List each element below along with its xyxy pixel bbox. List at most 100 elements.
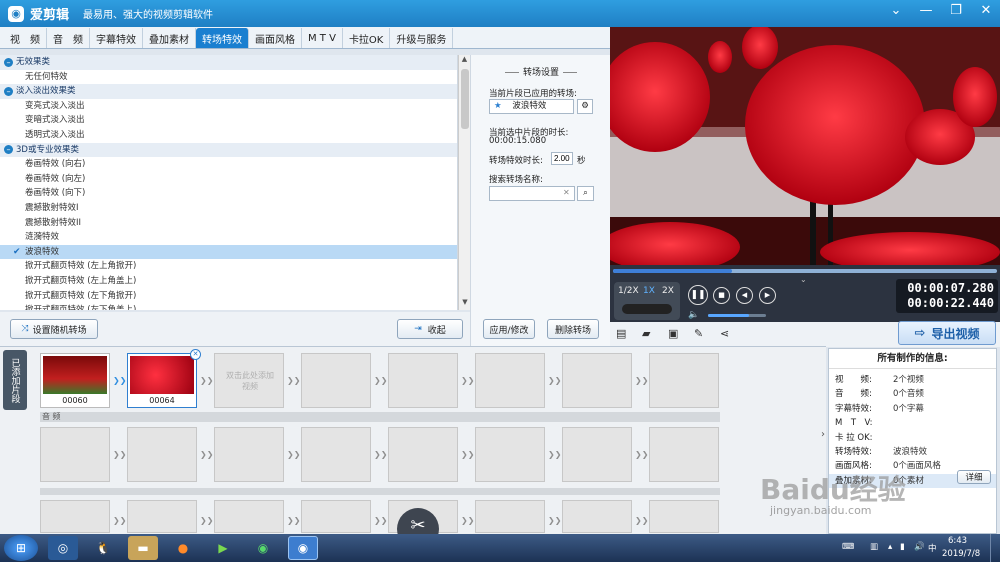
video-clip[interactable]: 00064 ✕	[127, 349, 201, 408]
timeline-slot[interactable]	[562, 353, 632, 408]
overlay-slot[interactable]	[475, 500, 545, 533]
collapse-category-icon[interactable]: –	[4, 145, 13, 155]
chevron-down-icon[interactable]: ⌄	[888, 3, 904, 18]
minimize-icon[interactable]: —	[918, 3, 934, 18]
effect-item[interactable]: 掀开式翻页特效 (左上角盖上)	[0, 274, 457, 289]
effect-item[interactable]: 透明式淡入淡出	[0, 128, 457, 143]
detail-button[interactable]: 详细	[957, 470, 991, 484]
effect-item[interactable]: 卷画特效 (向下)	[0, 186, 457, 201]
collapse-button[interactable]: ⇥ 收起	[397, 319, 463, 339]
previous-frame-icon[interactable]: ◀	[736, 287, 753, 304]
collapse-panel-icon[interactable]: ⌄	[800, 275, 807, 284]
audio-slot[interactable]	[40, 427, 110, 482]
effect-item[interactable]: 掀开式翻页特效 (左下角掀开)	[0, 289, 457, 304]
overlay-slot[interactable]	[214, 500, 284, 533]
open-folder-icon[interactable]: ▰	[642, 327, 650, 340]
tab-7[interactable]: 卡拉OK	[343, 28, 391, 48]
close-icon[interactable]: ✕	[978, 3, 994, 18]
overlay-slot[interactable]	[562, 500, 632, 533]
video-app-icon[interactable]: ▶	[208, 536, 238, 560]
keyboard-icon[interactable]: ⌨	[842, 542, 854, 552]
tab-2[interactable]: 字幕特效	[90, 28, 143, 48]
progress-track[interactable]	[613, 269, 997, 273]
effect-item[interactable]: ✔ 波浪特效	[0, 244, 457, 260]
effect-item[interactable]: 变暗式淡入淡出	[0, 113, 457, 128]
added-clips-tab[interactable]: 已添加片段	[3, 350, 27, 410]
expand-panel-icon[interactable]: ›	[821, 429, 825, 440]
edit-icon[interactable]: ✎	[694, 327, 703, 340]
volume-track[interactable]	[708, 314, 766, 317]
start-button-icon[interactable]: ⊞	[4, 535, 38, 561]
overlay-slot[interactable]	[40, 500, 110, 533]
tab-8[interactable]: 升级与服务	[390, 28, 454, 48]
tab-1[interactable]: 音 频	[47, 28, 90, 48]
transition-settings-icon[interactable]: ⚙	[577, 99, 593, 114]
effect-item[interactable]: 掀开式翻页特效 (左上角掀开)	[0, 259, 457, 274]
tab-5[interactable]: 画面风格	[249, 28, 302, 48]
file-explorer-icon[interactable]: ▬	[128, 536, 158, 560]
browser-360-icon[interactable]: ◉	[248, 536, 278, 560]
export-video-button[interactable]: ⇨ 导出视频	[898, 321, 996, 345]
next-frame-icon[interactable]: ▶	[759, 287, 776, 304]
stop-icon[interactable]: ■	[713, 287, 730, 304]
tab-0[interactable]: 视 频	[4, 28, 47, 48]
media-player-icon[interactable]: ◎	[48, 536, 78, 560]
audio-slot[interactable]	[649, 427, 719, 482]
battery-icon[interactable]: ▮	[900, 542, 905, 552]
timeline-slot[interactable]	[301, 353, 371, 408]
effect-item[interactable]: 无任何特效	[0, 70, 457, 85]
network-icon[interactable]: ▥	[870, 542, 878, 552]
tab-4[interactable]: 转场特效	[196, 28, 249, 48]
effect-category[interactable]: –3D或专业效果类	[0, 142, 457, 158]
tab-3[interactable]: 叠加素材	[143, 28, 196, 48]
effect-list-scrollbar[interactable]: ▲ ▼	[458, 55, 470, 310]
effect-item[interactable]: 卷画特效 (向左)	[0, 172, 457, 187]
random-transition-button[interactable]: ⤨ 设置随机转场	[10, 319, 98, 339]
effect-item[interactable]: 震撼散射特效II	[0, 216, 457, 231]
remove-clip-icon[interactable]: ✕	[190, 349, 201, 360]
speaker-icon[interactable]: 🔊	[914, 542, 925, 552]
qq-icon[interactable]: 🐧	[88, 536, 118, 560]
pause-icon[interactable]: ❚❚	[688, 285, 708, 305]
speed-half[interactable]: 1/2X	[618, 286, 639, 296]
apply-button[interactable]: 应用/修改	[483, 319, 535, 339]
clear-icon[interactable]: ✕	[563, 188, 570, 197]
effect-item[interactable]: 震撼散射特效I	[0, 201, 457, 216]
video-preview[interactable]	[610, 27, 1000, 265]
audio-slot[interactable]	[301, 427, 371, 482]
tab-6[interactable]: M T V	[302, 28, 343, 48]
audio-slot[interactable]	[562, 427, 632, 482]
effect-duration-input[interactable]	[551, 152, 573, 165]
ime-icon[interactable]: 中	[928, 542, 937, 554]
aijianji-taskbar-icon[interactable]: ◉	[288, 536, 318, 560]
effect-item[interactable]: 掀开式翻页特效 (左下角盖上)	[0, 303, 457, 310]
audio-slot[interactable]	[388, 427, 458, 482]
save-icon[interactable]: ▣	[668, 327, 678, 340]
search-icon[interactable]: ⌕	[577, 186, 594, 201]
speed-normal[interactable]: 1X	[643, 286, 655, 296]
overlay-slot[interactable]	[301, 500, 371, 533]
audio-slot[interactable]	[127, 427, 197, 482]
delete-transition-button[interactable]: 删除转场	[547, 319, 599, 339]
audio-slot[interactable]	[214, 427, 284, 482]
scroll-thumb[interactable]	[461, 69, 469, 129]
audio-slot[interactable]	[475, 427, 545, 482]
collapse-category-icon[interactable]: –	[4, 57, 13, 67]
effect-category[interactable]: – 淡入淡出效果类	[0, 84, 457, 99]
restore-icon[interactable]: ❐	[948, 3, 964, 18]
video-clip[interactable]: 00060	[40, 353, 110, 408]
timeline-slot[interactable]: 双击此处添加视频	[214, 353, 284, 408]
effect-item[interactable]: 涟漪特效	[0, 230, 457, 245]
overlay-slot[interactable]	[649, 500, 719, 533]
scroll-up-icon[interactable]: ▲	[459, 55, 470, 67]
show-desktop-button[interactable]	[990, 534, 1000, 562]
firefox-icon[interactable]: ●	[168, 536, 198, 560]
effect-item[interactable]: 卷画特效 (向右)	[0, 157, 457, 172]
share-icon[interactable]: ⋖	[720, 327, 729, 340]
overlay-slot[interactable]	[127, 500, 197, 533]
expand-tray-icon[interactable]: ▴	[888, 542, 892, 552]
timeline-slot[interactable]	[388, 353, 458, 408]
new-project-icon[interactable]: ▤	[616, 327, 626, 340]
timeline-slot[interactable]	[649, 353, 719, 408]
timeline-slot[interactable]	[475, 353, 545, 408]
